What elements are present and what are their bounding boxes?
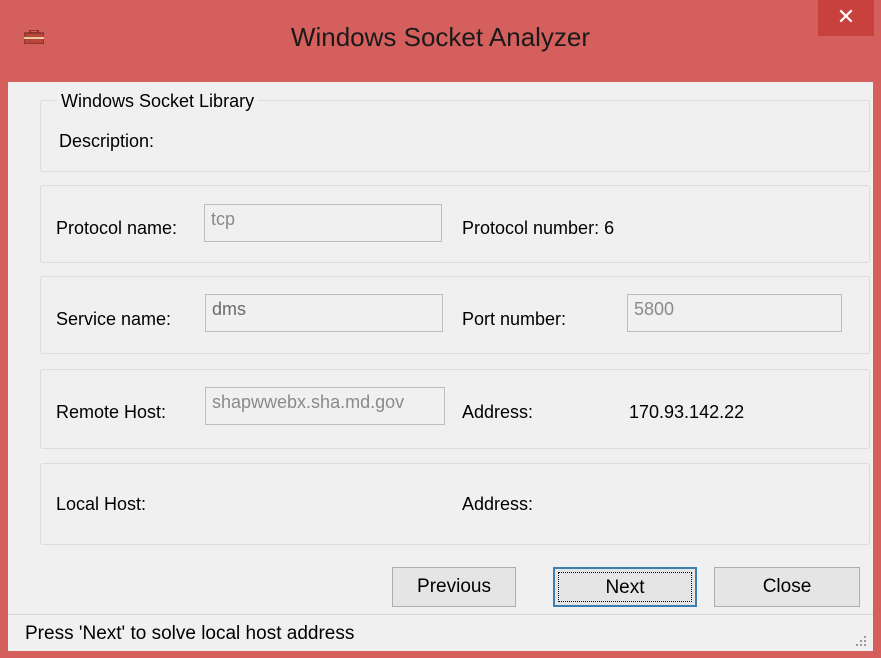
previous-button[interactable]: Previous xyxy=(392,567,516,607)
service-name-label: Service name: xyxy=(56,309,172,329)
local-address-label: Address: xyxy=(462,494,534,514)
remote-host-label: Remote Host: xyxy=(56,402,167,422)
client-area: Windows Socket Library Description: Prot… xyxy=(8,82,873,651)
remote-host-field[interactable]: shapwwebx.sha.md.gov xyxy=(205,387,445,425)
protocol-name-field[interactable]: tcp xyxy=(204,204,442,242)
remote-address-label: Address: xyxy=(462,402,534,422)
port-number-field[interactable]: 5800 xyxy=(627,294,842,332)
close-window-button[interactable]: ✕ xyxy=(818,0,874,36)
close-icon: ✕ xyxy=(836,4,856,29)
local-host-group: Local Host: Address: xyxy=(40,463,870,545)
title-bar[interactable]: Windows Socket Analyzer ✕ xyxy=(0,0,881,82)
protocol-name-label: Protocol name: xyxy=(56,218,178,238)
protocol-number-label: Protocol number: 6 xyxy=(462,218,615,238)
local-host-label: Local Host: xyxy=(56,494,147,514)
status-bar: Press 'Next' to solve local host address xyxy=(8,614,873,651)
remote-host-group: Remote Host: shapwwebx.sha.md.gov Addres… xyxy=(40,369,870,449)
library-group: Windows Socket Library Description: xyxy=(40,91,870,172)
service-group: Service name: dms Port number: 5800 xyxy=(40,276,870,354)
resize-grip-icon[interactable] xyxy=(853,633,867,647)
status-text: Press 'Next' to solve local host address xyxy=(25,623,355,644)
close-button[interactable]: Close xyxy=(714,567,860,607)
service-name-field[interactable]: dms xyxy=(205,294,443,332)
app-window: Windows Socket Analyzer ✕ Windows Socket… xyxy=(0,0,881,658)
window-title: Windows Socket Analyzer xyxy=(290,22,591,52)
next-button[interactable]: Next xyxy=(553,567,697,607)
library-group-legend: Windows Socket Library xyxy=(57,91,259,112)
remote-address-value: 170.93.142.22 xyxy=(629,402,745,422)
description-label: Description: xyxy=(59,131,155,151)
protocol-group: Protocol name: tcp Protocol number: 6 xyxy=(40,185,870,263)
port-number-label: Port number: xyxy=(462,309,567,329)
